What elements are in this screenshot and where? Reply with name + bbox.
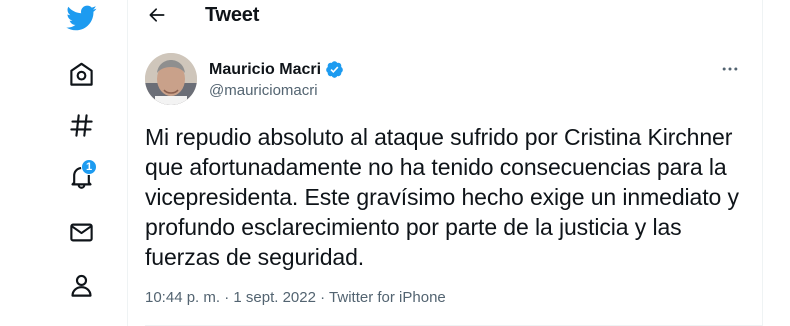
verified-badge-icon	[325, 60, 344, 79]
home-icon[interactable]	[59, 52, 103, 96]
more-options-icon[interactable]	[718, 60, 742, 78]
page-header: Tweet	[128, 0, 762, 32]
tweet-date[interactable]: 1 sept. 2022	[233, 289, 316, 306]
hashtag-icon[interactable]	[59, 103, 103, 147]
tweet-time[interactable]: 10:44 p. m.	[145, 289, 220, 306]
author-display-name[interactable]: Mauricio Macri	[209, 61, 321, 79]
main-column: Tweet Mauricio Macri @mauriciomacri Mi r…	[127, 0, 763, 326]
notification-count-badge: 1	[81, 159, 98, 175]
twitter-logo-icon[interactable]	[59, 0, 103, 40]
sidebar: 1	[0, 0, 127, 326]
tweet-source[interactable]: Twitter for iPhone	[329, 289, 446, 306]
meta-separator: ·	[320, 289, 326, 306]
profile-person-icon[interactable]	[59, 263, 103, 307]
envelope-icon[interactable]	[59, 210, 103, 254]
tweet-author: Mauricio Macri @mauriciomacri	[209, 60, 344, 99]
notifications-bell-icon[interactable]: 1	[59, 154, 103, 198]
avatar[interactable]	[145, 53, 197, 105]
page-title: Tweet	[205, 4, 260, 26]
tweet-metadata: 10:44 p. m. · 1 sept. 2022 · Twitter for…	[145, 289, 446, 306]
back-arrow-icon[interactable]	[142, 0, 172, 30]
tweet-text: Mi repudio absoluto al ataque sufrido po…	[145, 124, 739, 270]
author-handle[interactable]: @mauriciomacri	[209, 82, 344, 99]
meta-separator: ·	[224, 289, 230, 306]
